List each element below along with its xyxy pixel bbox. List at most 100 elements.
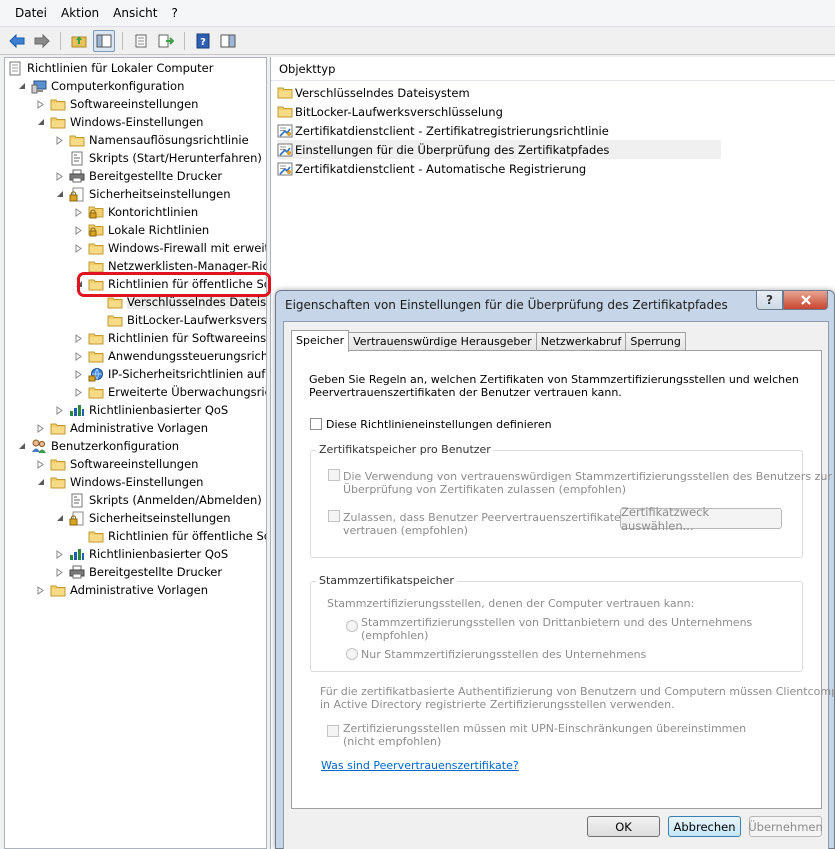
allow-peer-trust-checkbox[interactable] [328,510,340,522]
tree-item[interactable]: Benutzerkonfiguration [17,437,179,455]
tree-expander[interactable] [55,171,64,181]
folder-icon [88,385,104,399]
list-item[interactable]: Zertifikatdienstclient - Zertifikatregis… [277,121,609,140]
allow-user-root-ca-checkbox[interactable] [328,469,340,481]
certificate-setting-icon [277,124,293,138]
tree-item[interactable]: Windows-Firewall mit erweiter [74,239,267,257]
ok-button[interactable]: OK [587,816,660,837]
folder-icon [88,529,104,543]
tree-item-label: Administrative Vorlagen [70,421,209,435]
tree-expander[interactable] [36,118,45,127]
help-button[interactable]: ? [756,291,783,310]
tree-item[interactable]: IP-Sicherheitsrichtlinien auf Lc [74,365,266,383]
tree-item[interactable]: Computerkonfiguration [17,77,184,95]
third-party-enterprise-radio[interactable] [346,620,358,632]
tree-item[interactable]: Skripts (Anmelden/Abmelden) [55,491,262,509]
tree-expander[interactable] [55,549,64,559]
tree-item[interactable]: BitLocker-Laufwerksverschl [93,311,266,329]
menu-file[interactable]: Datei [8,0,54,27]
properties-sheet-icon[interactable] [130,30,152,52]
menu-action[interactable]: Aktion [54,0,106,27]
tree-item[interactable]: Richtlinien für Lokaler Computer [7,59,214,77]
cancel-button[interactable]: Abbrechen [668,816,741,837]
tree-item[interactable]: Softwareeinstellungen [36,95,198,113]
upn-constraints-checkbox[interactable] [327,725,339,737]
action-pane-icon[interactable] [217,30,239,52]
properties-dialog: Eigenschaften von Einstellungen für die … [275,290,835,849]
tree-expander[interactable] [74,333,83,343]
tab-sperrung[interactable]: Sperrung [625,332,686,351]
allow-peer-trust-line1: Zulassen, dass Benutzer Peervertrauensze… [343,511,628,524]
tree-expander[interactable] [55,567,64,577]
tree-item[interactable]: Richtlinien für öffentliche Schl [74,527,266,545]
list-item[interactable]: Verschlüsselndes Dateisystem [277,83,470,102]
tree-expander[interactable] [74,369,83,379]
tree-item[interactable]: Richtlinienbasierter QoS [55,401,228,419]
folder-icon [50,583,66,597]
expand-arrow-icon [75,225,82,235]
tree-item[interactable]: Richtlinienbasierter QoS [55,545,228,563]
tree-expander[interactable] [55,190,64,199]
tree-item[interactable]: Windows-Einstellungen [36,473,203,491]
up-folder-icon[interactable] [68,30,90,52]
expand-arrow-icon [56,549,63,559]
tree-item[interactable]: Sicherheitseinstellungen [55,509,231,527]
list-item[interactable]: BitLocker-Laufwerksverschlüsselung [277,102,503,121]
tree-expander[interactable] [36,423,45,433]
help-book-icon[interactable]: ? [192,30,214,52]
tree-item[interactable]: Administrative Vorlagen [36,581,208,599]
folder-icon [50,421,66,435]
enterprise-only-radio[interactable] [346,648,358,660]
apply-button[interactable]: Übernehmen [748,816,823,837]
tree-expander[interactable] [17,82,26,91]
tree-item[interactable]: Administrative Vorlagen [36,419,208,437]
show-hide-tree-icon[interactable] [93,29,115,52]
list-item[interactable]: Einstellungen für die Überprüfung des Ze… [277,140,721,159]
define-policy-checkbox[interactable] [310,418,322,430]
note-line2: in Active Directory registrierte Zertifi… [320,698,675,711]
script-icon [69,151,85,165]
computer-icon [31,79,47,93]
tree-item[interactable]: Anwendungssteuerungsrichtli [74,347,266,365]
tree-expander[interactable] [55,514,64,523]
tree-expander[interactable] [55,405,64,415]
tree-expander[interactable] [74,207,83,217]
tree-item[interactable]: Sicherheitseinstellungen [55,185,231,203]
tree-item[interactable]: Lokale Richtlinien [74,221,209,239]
menu-view[interactable]: Ansicht [106,0,164,27]
export-list-icon[interactable] [155,30,177,52]
tree-item[interactable]: Softwareeinstellungen [36,455,198,473]
root-store-description: Stammzertifizierungsstellen, denen der C… [327,597,695,610]
close-button[interactable] [783,291,828,310]
list-item[interactable]: Zertifikatdienstclient - Automatische Re… [277,159,586,178]
tree-item[interactable]: Richtlinien für Softwareeinschr [74,329,266,347]
tree-item[interactable]: Kontorichtlinien [74,203,198,221]
tree-item[interactable]: Bereitgestellte Drucker [55,563,222,581]
forward-arrow-icon[interactable] [31,30,53,52]
tree-expander[interactable] [36,459,45,469]
tree-expander[interactable] [74,351,83,361]
tab-vertrauenswuerdige-herausgeber[interactable]: Vertrauenswürdige Herausgeber [348,332,537,351]
tree-expander[interactable] [74,243,83,253]
column-header-objekttyp[interactable]: Objekttyp [271,57,835,81]
menu-help[interactable]: ? [164,0,184,27]
select-purpose-button[interactable]: Zertifikatzweck auswählen... [620,505,782,533]
tree-item[interactable]: Erweiterte Überwachungsricht [74,383,266,401]
back-arrow-icon[interactable] [6,30,28,52]
tree-item-label: Windows-Firewall mit erweiter [108,241,267,255]
tree-expander[interactable] [36,478,45,487]
tree-expander[interactable] [55,135,64,145]
tab-speicher[interactable]: Speicher [291,330,350,352]
tree-expander[interactable] [36,99,45,109]
tree-expander[interactable] [36,585,45,595]
tab-netzwerkabruf[interactable]: Netzwerkabruf [535,332,627,351]
tree-item[interactable]: Windows-Einstellungen [36,113,203,131]
tree-expander[interactable] [74,225,83,235]
tree-item[interactable]: Skripts (Start/Herunterfahren) [55,149,262,167]
tree-expander[interactable] [74,387,83,397]
peer-trust-help-link[interactable]: Was sind Peervertrauenszertifikate? [321,759,519,772]
tree-item[interactable]: Bereitgestellte Drucker [55,167,222,185]
tree-item[interactable]: Namensauflösungsrichtlinie [55,131,249,149]
tree-expander[interactable] [17,442,26,451]
lock-folder-icon [88,223,104,237]
